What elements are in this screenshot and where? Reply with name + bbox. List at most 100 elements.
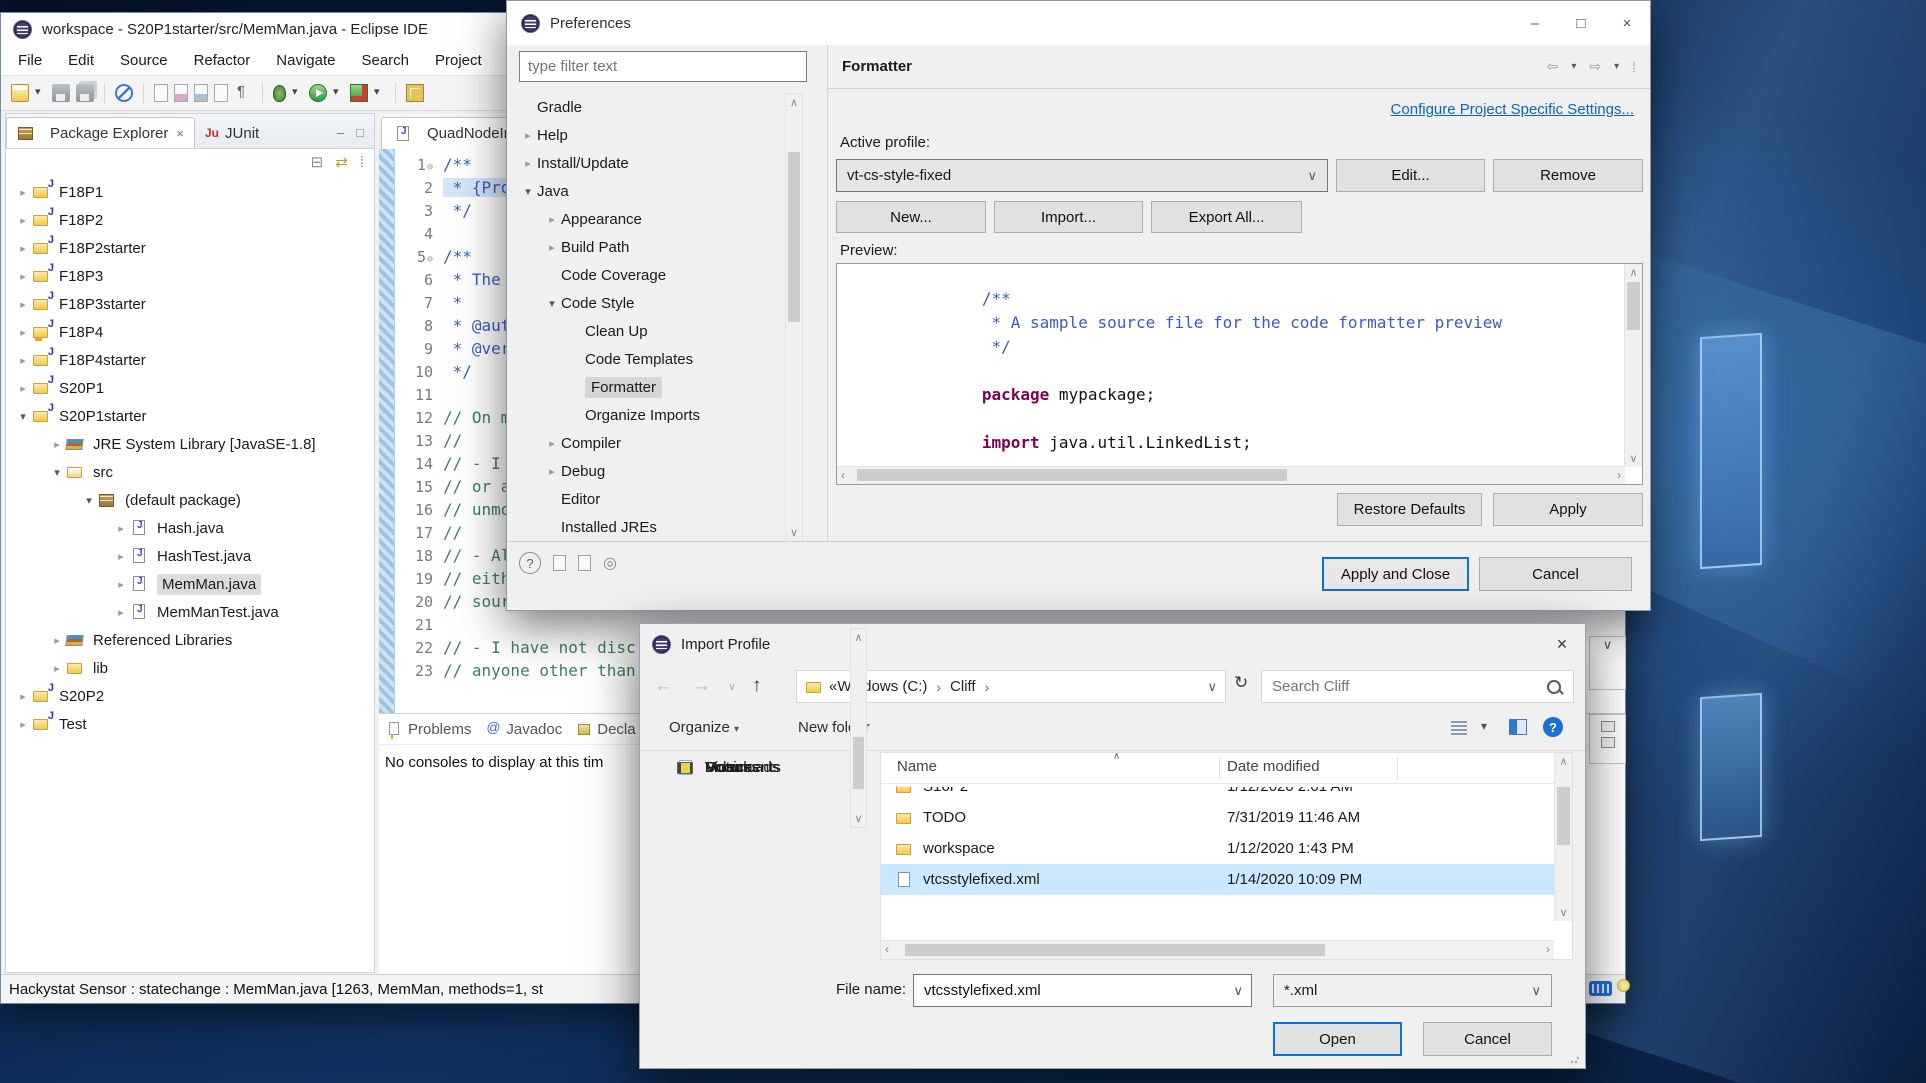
import-preferences-icon[interactable] (578, 555, 591, 571)
file-row[interactable]: vtcsstylefixed.xml 1/14/2020 10:09 PM (881, 864, 1554, 895)
collapse-all-icon[interactable]: ⊟ (311, 153, 324, 171)
tree-item[interactable]: F18P3 (6, 262, 374, 290)
preview-vertical-scrollbar[interactable]: ∧ ∨ (1624, 264, 1642, 467)
preferences-tree-scrollbar[interactable]: ∧ ∨ (785, 93, 803, 542)
expander-icon[interactable] (543, 213, 561, 226)
hint-bulb-icon[interactable] (1617, 979, 1630, 992)
breadcrumb-segment[interactable]: « (829, 678, 837, 695)
organize-button[interactable]: Organize ▾ (669, 719, 739, 736)
preferences-tree-item[interactable]: Editor (511, 485, 783, 513)
tree-item[interactable]: Hash.java (6, 514, 374, 542)
cancel-button[interactable]: Cancel (1423, 1022, 1552, 1056)
expander-icon[interactable] (112, 522, 130, 535)
expander-icon[interactable] (519, 157, 537, 170)
scroll-down-icon[interactable]: ∨ (1555, 906, 1572, 919)
import-titlebar[interactable]: Import Profile (640, 624, 1585, 664)
preferences-tree-item[interactable]: Gradle (511, 93, 783, 121)
toolbar-icon[interactable] (194, 84, 208, 102)
edit-button[interactable]: Edit... (1336, 159, 1485, 192)
cancel-button[interactable]: Cancel (1479, 557, 1632, 591)
preferences-titlebar[interactable]: Preferences – □ × (507, 1, 1650, 45)
restore-defaults-button[interactable]: Restore Defaults (1337, 493, 1482, 526)
keyboard-tray-icon[interactable] (1589, 981, 1612, 996)
scrollbar-thumb[interactable] (1627, 282, 1640, 330)
tree-item[interactable]: S20P1 (6, 374, 374, 402)
scroll-down-icon[interactable]: ∨ (786, 526, 802, 539)
link-with-editor-icon[interactable]: ⇄ (335, 153, 348, 171)
scrollbar-thumb[interactable] (853, 737, 864, 789)
file-list-vertical-scrollbar[interactable]: ∧ ∨ (1554, 753, 1572, 921)
preferences-tree-item[interactable]: Formatter (511, 373, 783, 401)
console-tab[interactable]: Javadoc (485, 721, 562, 738)
help-icon[interactable]: ? (519, 552, 541, 574)
toolbar-icon[interactable] (292, 84, 303, 102)
preferences-tree-item[interactable]: Help (511, 121, 783, 149)
toolbar-icon[interactable] (104, 83, 105, 103)
scrollbar-thumb[interactable] (857, 469, 1287, 481)
search-box[interactable] (1261, 670, 1574, 703)
menu-item[interactable]: Edit (55, 52, 107, 69)
scroll-right-icon[interactable]: › (1546, 942, 1550, 956)
remove-button[interactable]: Remove (1493, 159, 1643, 192)
chevron-down-icon[interactable]: ∨ (1207, 679, 1217, 695)
column-divider[interactable] (1397, 757, 1398, 779)
tree-item[interactable]: JRE System Library [JavaSE-1.8] (6, 430, 374, 458)
expander-icon[interactable] (14, 410, 32, 423)
tree-item[interactable]: lib (6, 654, 374, 682)
toolbar-icon[interactable] (174, 84, 188, 102)
export-all-button[interactable]: Export All... (1151, 201, 1302, 233)
tree-item[interactable]: MemMan.java (6, 570, 374, 598)
scroll-down-icon[interactable]: ∨ (851, 812, 866, 825)
toolbar-icon[interactable] (234, 84, 252, 102)
file-name-input[interactable] (922, 981, 1233, 1000)
tree-item[interactable]: F18P4 (6, 318, 374, 346)
scroll-left-icon[interactable]: ‹ (885, 942, 889, 956)
configure-project-settings-link[interactable]: Configure Project Specific Settings... (1391, 101, 1634, 118)
file-type-select[interactable]: *.xml ∨ (1273, 974, 1552, 1007)
tree-item[interactable]: F18P2 (6, 206, 374, 234)
maximize-icon[interactable]: □ (1558, 1, 1604, 45)
preferences-tree-item[interactable]: Debug (511, 457, 783, 485)
minimize-view-icon[interactable]: – (337, 125, 344, 140)
scrollbar-thumb[interactable] (788, 152, 800, 322)
tree-item[interactable]: src (6, 458, 374, 486)
toolbar-icon[interactable] (11, 84, 29, 102)
tree-item[interactable]: F18P1 (6, 178, 374, 206)
expander-icon[interactable] (14, 214, 32, 227)
toolbar-icon[interactable] (273, 85, 286, 102)
preferences-tree-item[interactable]: Installed JREs (511, 513, 783, 541)
scroll-down-icon[interactable]: ∨ (1625, 452, 1642, 465)
expander-icon[interactable] (14, 382, 32, 395)
scroll-up-icon[interactable]: ∧ (1555, 755, 1572, 768)
tab-package-explorer[interactable]: Package Explorer × (6, 117, 195, 148)
expander-icon[interactable] (14, 298, 32, 311)
expander-icon[interactable] (14, 186, 32, 199)
expander-icon[interactable] (48, 634, 66, 647)
close-icon[interactable]: × (1539, 624, 1585, 664)
export-preferences-icon[interactable] (553, 555, 566, 571)
expander-icon[interactable] (519, 129, 537, 142)
expander-icon[interactable] (112, 606, 130, 619)
scroll-up-icon[interactable]: ∧ (786, 96, 802, 109)
toolbar-icon[interactable] (214, 84, 228, 102)
tree-item[interactable]: F18P2starter (6, 234, 374, 262)
apply-button[interactable]: Apply (1493, 493, 1643, 526)
preferences-tree-item[interactable]: Organize Imports (511, 401, 783, 429)
preferences-tree-item[interactable]: Build Path (511, 233, 783, 261)
console-tab[interactable]: Decla (576, 721, 635, 738)
import-button[interactable]: Import... (994, 201, 1143, 233)
preferences-tree-item[interactable]: Clean Up (511, 317, 783, 345)
menu-item[interactable]: Refactor (181, 52, 264, 69)
tree-item[interactable]: F18P4starter (6, 346, 374, 374)
expander-icon[interactable] (48, 466, 66, 479)
preferences-tree-item[interactable]: Code Coverage (511, 261, 783, 289)
preferences-tree-item[interactable]: Compiler (511, 429, 783, 457)
open-button[interactable]: Open (1273, 1022, 1402, 1056)
preferences-tree-item[interactable]: Code Style (511, 289, 783, 317)
tree-item[interactable]: S20P2 (6, 682, 374, 710)
toolbar-icon[interactable] (262, 83, 263, 103)
menu-item[interactable]: File (5, 52, 55, 69)
toolbar-icon[interactable] (333, 84, 344, 102)
expander-icon[interactable] (112, 550, 130, 563)
expander-icon[interactable] (543, 297, 561, 310)
